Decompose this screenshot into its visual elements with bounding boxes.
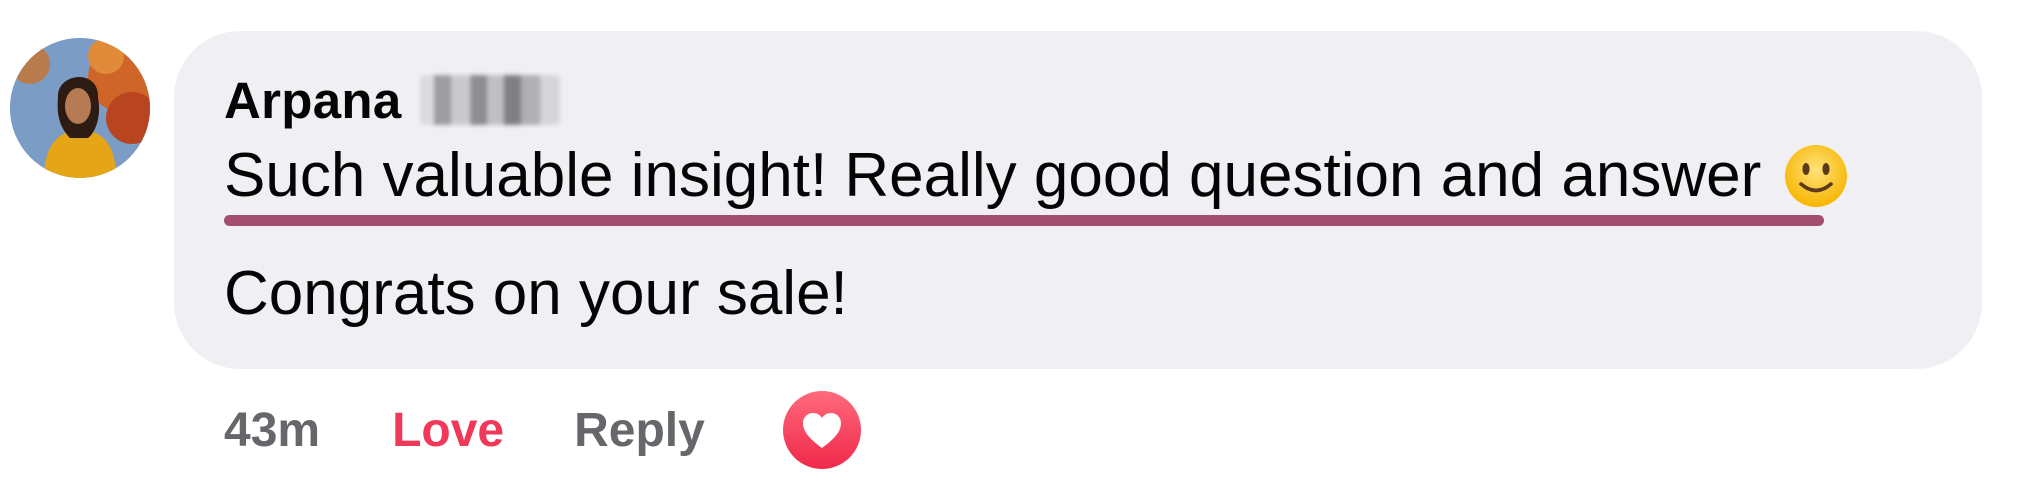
avatar[interactable]: [10, 38, 150, 178]
author-row: Arpana: [224, 70, 560, 130]
comment-actions: 43m Love Reply: [224, 390, 861, 470]
redacted-surname: [419, 75, 560, 125]
heart-reaction-icon[interactable]: [782, 391, 861, 469]
comment-timestamp[interactable]: 43m: [224, 403, 320, 458]
comment: Arpana Such valuable insight! Really goo…: [0, 0, 2022, 488]
avatar-photo: [10, 38, 150, 178]
comment-text-line1: Such valuable insight! Really good quest…: [224, 140, 1849, 211]
smiling-face-emoji-icon: [1783, 143, 1849, 209]
reply-button[interactable]: Reply: [574, 403, 705, 458]
love-button[interactable]: Love: [392, 403, 504, 458]
comment-text-line2: Congrats on your sale!: [224, 259, 848, 328]
author-name[interactable]: Arpana: [224, 71, 402, 130]
highlight-underline: [224, 215, 1824, 226]
comment-text-first: Such valuable insight! Really good quest…: [224, 141, 1762, 210]
